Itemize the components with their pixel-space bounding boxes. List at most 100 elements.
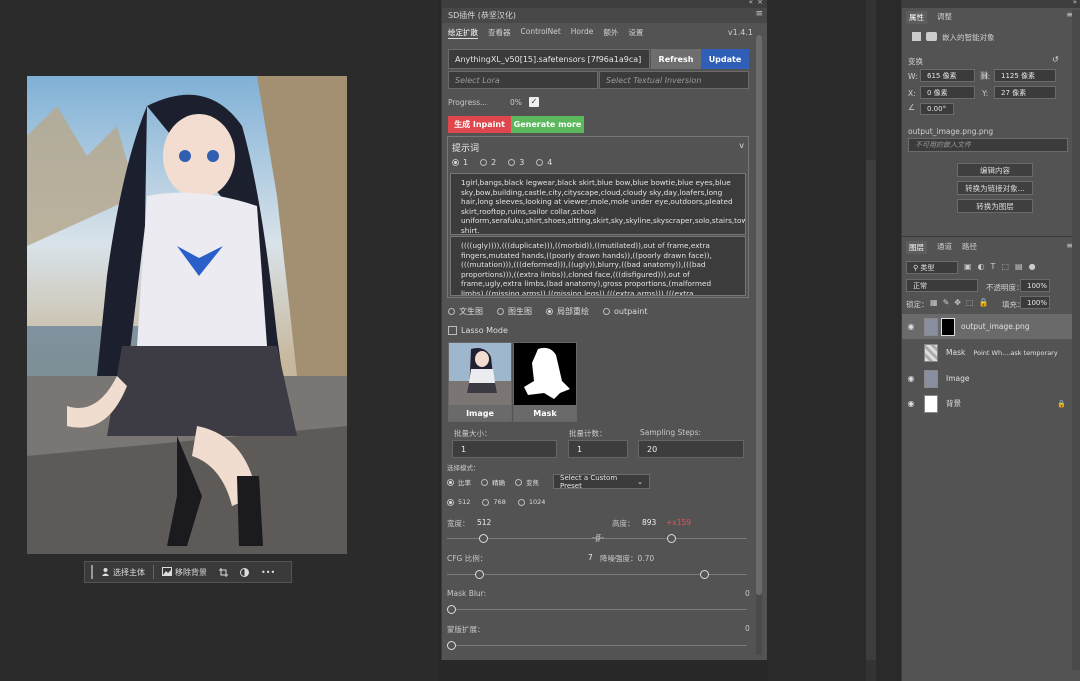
refresh-button[interactable]: Refresh <box>651 49 701 69</box>
filter-toggle-icon[interactable]: ● <box>1029 262 1036 271</box>
mask-expand-slider-knob[interactable] <box>447 641 456 650</box>
mask-blur-slider-knob[interactable] <box>447 605 456 614</box>
tab-horde[interactable]: Horde <box>571 27 594 39</box>
embedded-file-field[interactable]: 不可用的嵌入文件 <box>908 138 1068 152</box>
angle-input[interactable]: 0.00° <box>920 103 954 115</box>
cfg-slider-knob[interactable] <box>475 570 484 579</box>
update-button[interactable]: Update <box>701 49 749 69</box>
denoise-slider-knob[interactable] <box>700 570 709 579</box>
layer-row-output-image[interactable]: ◉ output_image.png <box>902 314 1072 339</box>
fill-input[interactable]: 100% <box>1020 296 1050 309</box>
textual-inversion-select[interactable]: Select Textual Inversion <box>599 71 749 89</box>
prompt-slot-4[interactable]: 4 <box>536 158 552 167</box>
sampling-steps-input[interactable]: 20 <box>638 440 744 458</box>
right-panel-scrollbar[interactable] <box>1072 10 1080 670</box>
visibility-eye-icon[interactable]: ◉ <box>906 399 916 408</box>
smart-filter-icon[interactable]: ▤ <box>1015 262 1023 271</box>
ratio-option-precise[interactable]: 精确 <box>481 477 505 487</box>
height-slider-knob[interactable] <box>667 534 676 543</box>
lock-move-icon[interactable]: ✥ <box>954 298 961 307</box>
remove-background-button[interactable]: 移除背景 <box>158 563 211 581</box>
y-input[interactable]: 27 像素 <box>994 86 1056 99</box>
prompt-slot-2[interactable]: 2 <box>480 158 496 167</box>
reset-icon[interactable]: ↺ <box>1052 55 1059 64</box>
prompt-slot-1[interactable]: 1 <box>452 158 468 167</box>
tab-stable-diffusion[interactable]: 绘定扩散 <box>448 27 478 39</box>
width-slider-knob[interactable] <box>479 534 488 543</box>
type-filter-icon[interactable]: T <box>991 262 996 271</box>
custom-preset-select[interactable]: Select a Custom Preset ⌄ <box>553 474 650 490</box>
x-input[interactable]: 0 像素 <box>920 86 975 99</box>
collapse-icon[interactable]: » <box>1073 0 1077 6</box>
batch-size-input[interactable]: 1 <box>452 440 557 458</box>
visibility-eye-icon[interactable]: ◉ <box>906 374 916 383</box>
mode-outpaint[interactable]: outpaint <box>603 306 648 317</box>
select-subject-button[interactable]: 选择主体 <box>97 563 149 581</box>
positive-prompt-textarea[interactable]: 1girl,bangs,black legwear,black skirt,bl… <box>450 173 746 235</box>
mode-txt2img[interactable]: 文生图 <box>448 306 483 317</box>
tab-layers[interactable]: 图层 <box>906 241 927 254</box>
lock-transparent-icon[interactable]: ▦ <box>930 298 938 307</box>
tab-extras[interactable]: 额外 <box>603 27 618 39</box>
size-option-1024[interactable]: 1024 <box>517 498 545 506</box>
canvas-artwork-image[interactable] <box>27 76 347 554</box>
drag-handle[interactable] <box>91 565 93 579</box>
prompt-slot-3[interactable]: 3 <box>508 158 524 167</box>
image-thumbnail-card[interactable]: Image <box>448 342 512 422</box>
mask-blur-slider-track[interactable] <box>447 609 747 610</box>
size-option-768[interactable]: 768 <box>482 498 506 506</box>
close-icon[interactable]: × <box>757 0 763 6</box>
tab-adjustments[interactable]: 调整 <box>937 11 952 24</box>
lora-select[interactable]: Select Lora <box>448 71 598 89</box>
lock-paint-icon[interactable]: ✎ <box>943 298 950 307</box>
tab-properties[interactable]: 属性 <box>906 11 927 24</box>
ratio-option-ratio[interactable]: 比率 <box>447 477 471 487</box>
convert-layers-button[interactable]: 转换为图层 <box>957 199 1033 213</box>
tab-controlnet[interactable]: ControlNet <box>521 27 561 39</box>
workspace-scrollbar-thumb[interactable] <box>866 160 876 660</box>
adjustment-filter-icon[interactable]: ◐ <box>978 262 985 271</box>
opacity-input[interactable]: 100% <box>1020 279 1050 292</box>
tab-viewer[interactable]: 查看器 <box>488 27 511 39</box>
lasso-mode-checkbox[interactable]: Lasso Mode <box>448 326 508 335</box>
layer-row-image[interactable]: ◉ Image <box>902 366 1072 391</box>
generate-inpaint-button[interactable]: 生成 Inpaint <box>448 116 511 133</box>
mode-img2img[interactable]: 图生图 <box>497 306 532 317</box>
tab-channels[interactable]: 通道 <box>937 241 952 254</box>
plugin-scrollbar[interactable] <box>756 35 762 655</box>
negative-prompt-textarea[interactable]: ((((ugly)))),(((duplicate))),((morbid)),… <box>450 236 746 296</box>
mask-thumbnail-card[interactable]: Mask <box>513 342 577 422</box>
lock-artboard-icon[interactable]: ⬚ <box>966 298 974 307</box>
adjust-icon[interactable] <box>236 563 253 581</box>
layer-kind-filter[interactable]: ⚲ 类型 <box>906 261 958 274</box>
pixel-filter-icon[interactable]: ▣ <box>964 262 972 271</box>
chevron-down-icon[interactable]: v <box>739 141 744 150</box>
edit-contents-button[interactable]: 编辑内容 <box>957 163 1033 177</box>
mode-inpaint[interactable]: 局部重绘 <box>546 306 589 317</box>
layer-row-mask[interactable]: Mask Point Wh....ask temporary <box>902 340 1072 365</box>
visibility-eye-icon[interactable]: ◉ <box>906 322 916 331</box>
model-select[interactable]: AnythingXL_v50[15].safetensors [7f96a1a9… <box>448 49 650 69</box>
generate-more-button[interactable]: Generate more <box>511 116 584 133</box>
collapse-icon[interactable]: « <box>749 0 753 6</box>
tab-settings[interactable]: 设置 <box>628 27 643 39</box>
panel-menu-icon[interactable]: ≡ <box>755 9 763 19</box>
link-ratio-icon[interactable]: -∯- <box>592 533 604 542</box>
ratio-option-zoom[interactable]: 变焦 <box>515 477 539 487</box>
tab-paths[interactable]: 路径 <box>962 241 977 254</box>
convert-linked-button[interactable]: 转换为链接对象... <box>957 181 1033 195</box>
crop-icon[interactable] <box>215 563 232 581</box>
layer-mask-thumbnail[interactable] <box>941 317 955 336</box>
more-options-icon[interactable]: ••• <box>257 563 279 581</box>
progress-checkbox[interactable]: ✓ <box>529 97 539 107</box>
mask-expand-slider-track[interactable] <box>447 645 747 646</box>
layer-row-background[interactable]: ◉ 背景 🔒 <box>902 391 1072 416</box>
lock-all-icon[interactable]: 🔒 <box>979 298 989 307</box>
h-input[interactable]: 1125 像素 <box>994 69 1056 82</box>
batch-count-input[interactable]: 1 <box>568 440 628 458</box>
blend-mode-select[interactable]: 正常 <box>906 279 978 292</box>
shape-filter-icon[interactable]: ⬚ <box>1001 262 1009 271</box>
size-option-512[interactable]: 512 <box>447 498 470 506</box>
w-input[interactable]: 615 像素 <box>920 69 975 82</box>
plugin-scrollbar-thumb[interactable] <box>756 35 762 595</box>
